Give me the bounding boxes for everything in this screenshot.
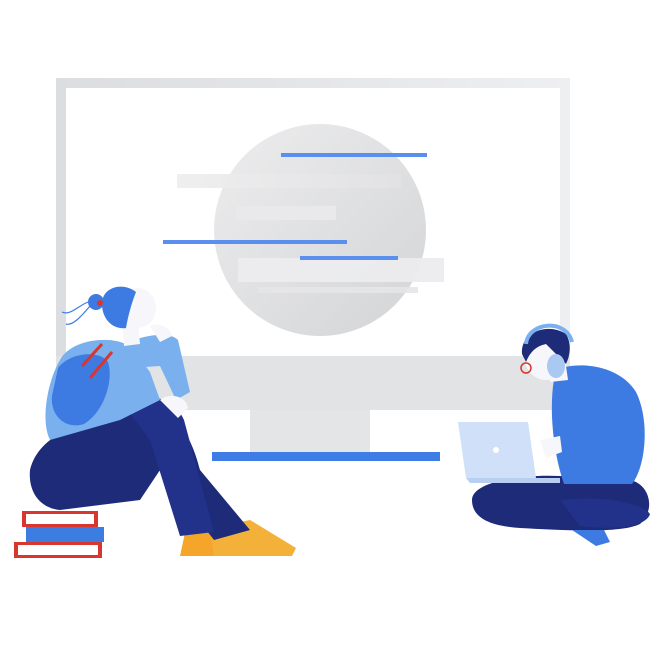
screen-bar xyxy=(177,174,401,188)
hair-tie xyxy=(97,300,103,306)
illustration-scene xyxy=(0,0,660,660)
man-shoe xyxy=(572,530,610,546)
book xyxy=(26,527,104,542)
screen-bar xyxy=(258,287,418,293)
illustration-svg xyxy=(14,78,650,558)
screen-bar xyxy=(236,206,336,220)
book-pages xyxy=(26,514,94,524)
screen-blue-line xyxy=(163,240,347,244)
screen-bar xyxy=(238,258,444,282)
book-pages xyxy=(18,545,98,555)
monitor-base xyxy=(212,452,440,461)
laptop-logo xyxy=(493,447,499,453)
laptop-base xyxy=(466,478,560,483)
screen-blue-line xyxy=(300,256,398,260)
books-icon xyxy=(14,511,104,558)
monitor-neck xyxy=(250,410,370,454)
screen-blue-line xyxy=(281,153,427,157)
